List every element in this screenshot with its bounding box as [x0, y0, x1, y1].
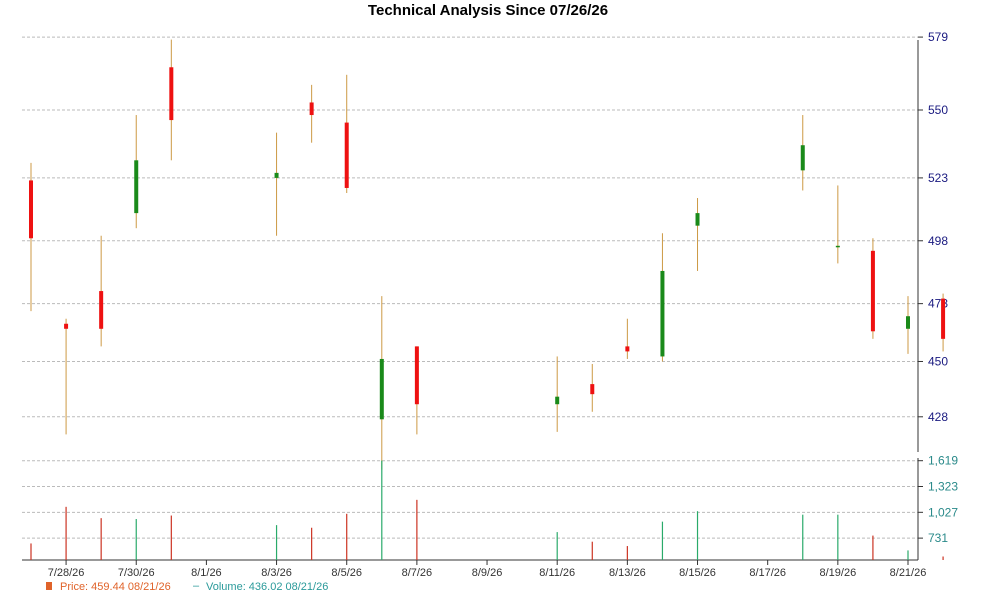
- volume-legend-marker: –: [193, 580, 200, 592]
- date-tick-label: 8/19/26: [819, 567, 856, 579]
- candle-body: [800, 145, 805, 171]
- candle-body: [695, 213, 700, 226]
- volume-axis-ticks: 731 1,027 1,323 1,619: [918, 454, 958, 545]
- candle-body: [870, 250, 875, 332]
- date-tick-label: 8/5/26: [331, 567, 362, 579]
- candle-body: [344, 122, 349, 188]
- candle-body: [941, 298, 946, 339]
- price-legend-label: Price: 459.44 08/21/26: [60, 581, 171, 593]
- price-tick-label: 498: [928, 234, 948, 248]
- volume-legend-label: Volume: 436.02 08/21/26: [206, 581, 328, 593]
- date-tick-label: 8/13/26: [609, 567, 646, 579]
- date-tick-label: 8/1/26: [191, 567, 222, 579]
- candle-body: [590, 384, 595, 395]
- date-tick-label: 7/28/26: [48, 567, 85, 579]
- axes: [22, 40, 919, 561]
- date-axis-ticks: 7/28/26 7/30/26 8/1/26 8/3/26 8/5/26 8/7/26 8/…: [48, 560, 927, 579]
- volume-bars: [30, 460, 944, 560]
- technical-analysis-chart: Technical Analysis Since 07/26/26 428 450…: [22, 2, 958, 593]
- volume-tick-label: 731: [928, 531, 948, 545]
- date-tick-label: 8/11/26: [539, 567, 575, 579]
- grid-lines: [22, 36, 918, 539]
- candle-body: [906, 316, 910, 329]
- price-tick-label: 550: [928, 103, 948, 117]
- date-tick-label: 8/17/26: [749, 567, 786, 579]
- price-tick-label: 579: [928, 30, 948, 44]
- candle-body: [835, 245, 840, 248]
- candle-body: [274, 172, 279, 178]
- date-tick-label: 8/7/26: [402, 567, 433, 579]
- candle-body: [660, 270, 665, 357]
- candle-body: [309, 102, 314, 116]
- date-tick-label: 7/30/26: [118, 567, 155, 579]
- volume-tick-label: 1,619: [928, 454, 958, 468]
- price-axis-ticks: 428 450 473 498 523 550 579: [918, 30, 948, 424]
- candle-body: [99, 291, 104, 329]
- candle-body: [414, 346, 419, 405]
- date-tick-label: 8/3/26: [261, 567, 292, 579]
- legend: Price: 459.44 08/21/26 – Volume: 436.02 …: [46, 580, 328, 593]
- candle-body: [625, 346, 630, 352]
- date-tick-label: 8/15/26: [679, 567, 716, 579]
- price-legend-swatch: [46, 582, 52, 590]
- volume-tick-label: 1,323: [928, 480, 958, 494]
- price-candles: [29, 39, 946, 470]
- chart-title: Technical Analysis Since 07/26/26: [368, 2, 608, 19]
- price-tick-label: 450: [928, 354, 948, 368]
- candle-body: [169, 67, 174, 121]
- price-tick-label: 473: [928, 297, 948, 311]
- date-tick-label: 8/21/26: [890, 567, 927, 579]
- price-tick-label: 428: [928, 410, 948, 424]
- candle-body: [134, 160, 139, 214]
- date-tick-label: 8/9/26: [472, 567, 503, 579]
- candle-body: [29, 180, 33, 239]
- candle-body: [555, 396, 560, 405]
- price-tick-label: 523: [928, 171, 948, 185]
- candle-body: [64, 323, 69, 329]
- candle-body: [379, 358, 384, 420]
- volume-tick-label: 1,027: [928, 505, 958, 519]
